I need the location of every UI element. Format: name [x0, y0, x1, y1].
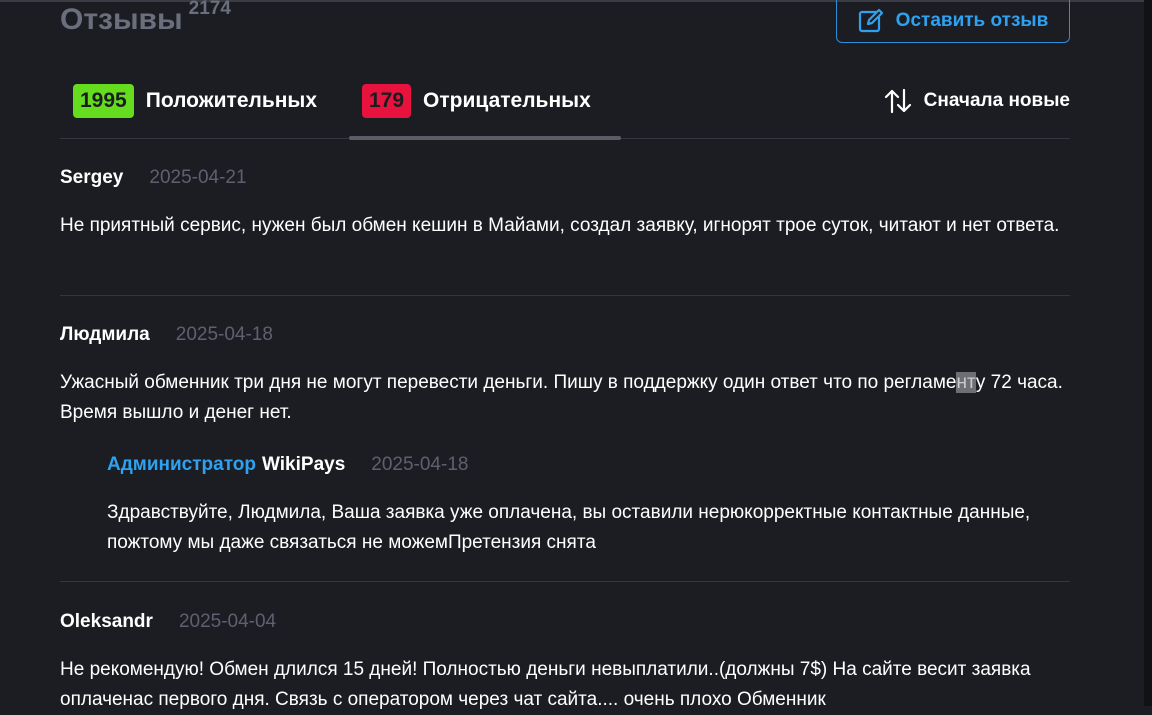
review-item: Sergey 2025-04-21 Не приятный сервис, ну… — [60, 167, 1070, 241]
tab-positive-label: Положительных — [145, 89, 318, 112]
write-review-label: Оставить отзыв — [895, 10, 1049, 31]
review-text-part: Ужасный обменник три дня не могут переве… — [60, 372, 957, 393]
reply-author-name: WikiPays — [262, 454, 346, 475]
review-date: 2025-04-21 — [149, 167, 247, 188]
reply-author-role: Администратор — [107, 454, 256, 475]
review-item: Oleksandr 2025-04-04 Не рекомендую! Обме… — [60, 611, 1070, 715]
scrollbar-track[interactable] — [1144, 0, 1152, 706]
review-author: Людмила — [60, 324, 150, 345]
tab-negative-label: Отрицательных — [423, 89, 591, 112]
review-meta: Людмила 2025-04-18 — [60, 324, 1070, 350]
write-review-button[interactable]: Оставить отзыв — [836, 0, 1070, 43]
negative-count-badge: 179 — [362, 84, 412, 118]
page-title: Отзывы 2174 — [60, 0, 231, 37]
review-date: 2025-04-04 — [178, 611, 277, 632]
sort-arrows-icon — [884, 88, 911, 114]
review-date: 2025-04-18 — [175, 324, 273, 345]
page-title-text: Отзывы — [60, 3, 183, 36]
admin-reply: Администратор WikiPays 2025-04-18 Здравс… — [107, 454, 1047, 558]
review-meta: Oleksandr 2025-04-04 — [60, 611, 1070, 637]
reviews-header: Отзывы 2174 Оставить отзыв — [60, 0, 1070, 50]
review-text: Не приятный сервис, нужен был обмен кеши… — [60, 215, 1060, 236]
reviews-total-count: 2174 — [188, 0, 231, 19]
review-author: Sergey — [60, 167, 124, 188]
text-selection-highlight: нт — [956, 372, 976, 393]
reply-text: Здравствуйте, Людмила, Ваша заявка уже о… — [107, 502, 1031, 553]
review-meta: Sergey 2025-04-21 — [60, 167, 1070, 193]
edit-icon — [858, 8, 883, 33]
reply-meta: Администратор WikiPays 2025-04-18 — [107, 454, 1047, 480]
reply-date: 2025-04-18 — [371, 454, 469, 475]
tab-negative[interactable]: 179 Отрицательных — [362, 84, 591, 118]
review-divider — [60, 581, 1070, 582]
review-divider — [60, 295, 1070, 296]
tab-positive[interactable]: 1995 Положительных — [73, 84, 317, 118]
sort-label: Сначала новые — [923, 90, 1070, 111]
review-author: Oleksandr — [60, 611, 153, 632]
positive-count-badge: 1995 — [73, 84, 134, 118]
review-text: Не рекомендую! Обмен длился 15 дней! Пол… — [60, 659, 1031, 710]
review-filter-tabs: 1995 Положительных 179 Отрицательных Сна… — [60, 80, 1070, 140]
reviews-section: Отзывы 2174 Оставить отзыв 1995 Положител… — [60, 0, 1070, 710]
active-tab-indicator — [349, 136, 621, 140]
review-item: Людмила 2025-04-18 Ужасный обменник три … — [60, 324, 1070, 428]
review-text: Ужасный обменник три дня не могут переве… — [60, 368, 1070, 428]
sort-toggle[interactable]: Сначала новые — [884, 88, 1070, 114]
